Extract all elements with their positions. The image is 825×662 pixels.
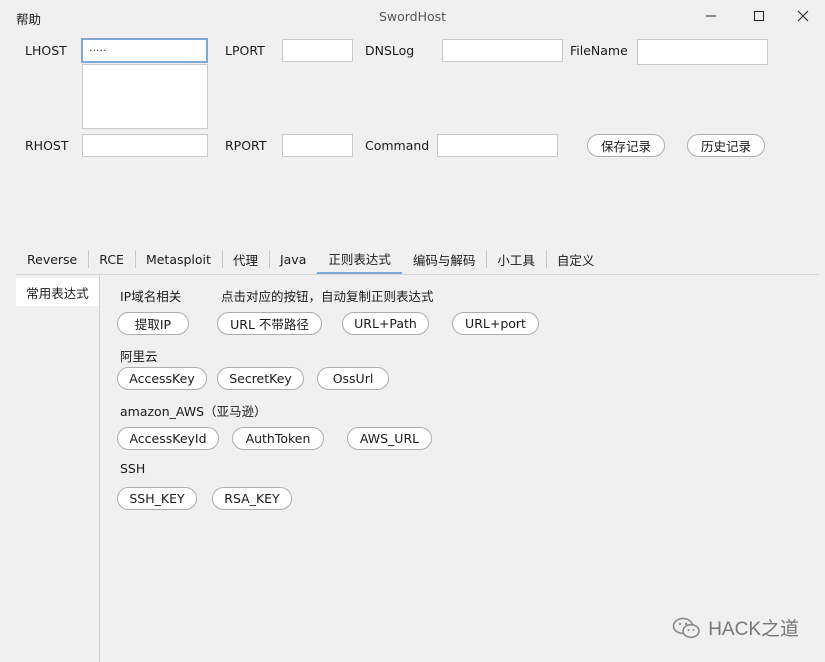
minimize-icon (706, 15, 716, 17)
rhost-label: RHOST (25, 138, 69, 153)
lhost-label: LHOST (25, 43, 67, 58)
lhost-input[interactable] (81, 38, 208, 63)
lhost-history-list[interactable] (82, 64, 208, 129)
ssh-section-heading: SSH (120, 461, 146, 476)
extract-ip-button[interactable]: 提取IP (117, 312, 189, 335)
tab-proxy[interactable]: 代理 (221, 244, 269, 274)
command-label: Command (365, 138, 430, 153)
command-input[interactable] (437, 134, 558, 157)
accesskey-button[interactable]: AccessKey (117, 367, 207, 390)
aliyun-section-heading: 阿里云 (120, 349, 158, 364)
ossurl-button[interactable]: OssUrl (317, 367, 389, 390)
aws-section-heading: amazon_AWS（亚马逊） (120, 404, 267, 419)
secretkey-button[interactable]: SecretKey (217, 367, 304, 390)
lport-input[interactable] (282, 39, 353, 62)
tab-divider (16, 274, 819, 275)
filename-input[interactable] (637, 39, 768, 65)
close-button[interactable] (780, 3, 825, 29)
dnslog-input[interactable] (442, 39, 563, 62)
watermark-text: HACK之道 (708, 619, 799, 640)
wechat-icon (672, 617, 701, 638)
tab-reverse[interactable]: Reverse (16, 244, 88, 274)
tab-metasploit[interactable]: Metasploit (134, 244, 222, 274)
url-path-button[interactable]: URL+Path (342, 312, 429, 335)
tab-tools[interactable]: 小工具 (486, 244, 546, 274)
url-no-path-button[interactable]: URL 不带路径 (217, 312, 322, 335)
lport-label: LPORT (225, 43, 265, 58)
tab-custom[interactable]: 自定义 (545, 244, 606, 274)
sidebar-item-common-regex[interactable]: 常用表达式 (16, 278, 99, 306)
history-record-button[interactable]: 历史记录 (687, 134, 765, 157)
tab-java[interactable]: Java (268, 244, 317, 274)
save-record-button[interactable]: 保存记录 (587, 134, 665, 157)
authtoken-button[interactable]: AuthToken (232, 427, 324, 450)
rport-label: RPORT (225, 138, 267, 153)
aws-url-button[interactable]: AWS_URL (347, 427, 432, 450)
watermark: HACK之道 (672, 614, 799, 641)
rport-input[interactable] (282, 134, 353, 157)
maximize-icon (754, 11, 764, 21)
tab-bar: Reverse RCE Metasploit 代理 Java 正则表达式 编码与… (16, 244, 605, 274)
accesskeyid-button[interactable]: AccessKeyId (117, 427, 219, 450)
url-port-button[interactable]: URL+port (452, 312, 539, 335)
maximize-button[interactable] (736, 3, 782, 29)
close-icon (797, 10, 809, 22)
copy-hint-text: 点击对应的按钮，自动复制正则表达式 (221, 289, 434, 304)
minimize-button[interactable] (688, 3, 734, 29)
rhost-input[interactable] (82, 134, 208, 157)
sidebar-divider (99, 275, 100, 662)
rsa-key-button[interactable]: RSA_KEY (212, 487, 292, 510)
tab-regex[interactable]: 正则表达式 (317, 244, 402, 274)
ssh-key-button[interactable]: SSH_KEY (117, 487, 197, 510)
ip-section-heading: IP域名相关 (120, 289, 182, 304)
tab-rce[interactable]: RCE (88, 244, 135, 274)
filename-label: FileName (570, 43, 628, 58)
tab-encode-decode[interactable]: 编码与解码 (402, 244, 487, 274)
dnslog-label: DNSLog (365, 43, 415, 58)
